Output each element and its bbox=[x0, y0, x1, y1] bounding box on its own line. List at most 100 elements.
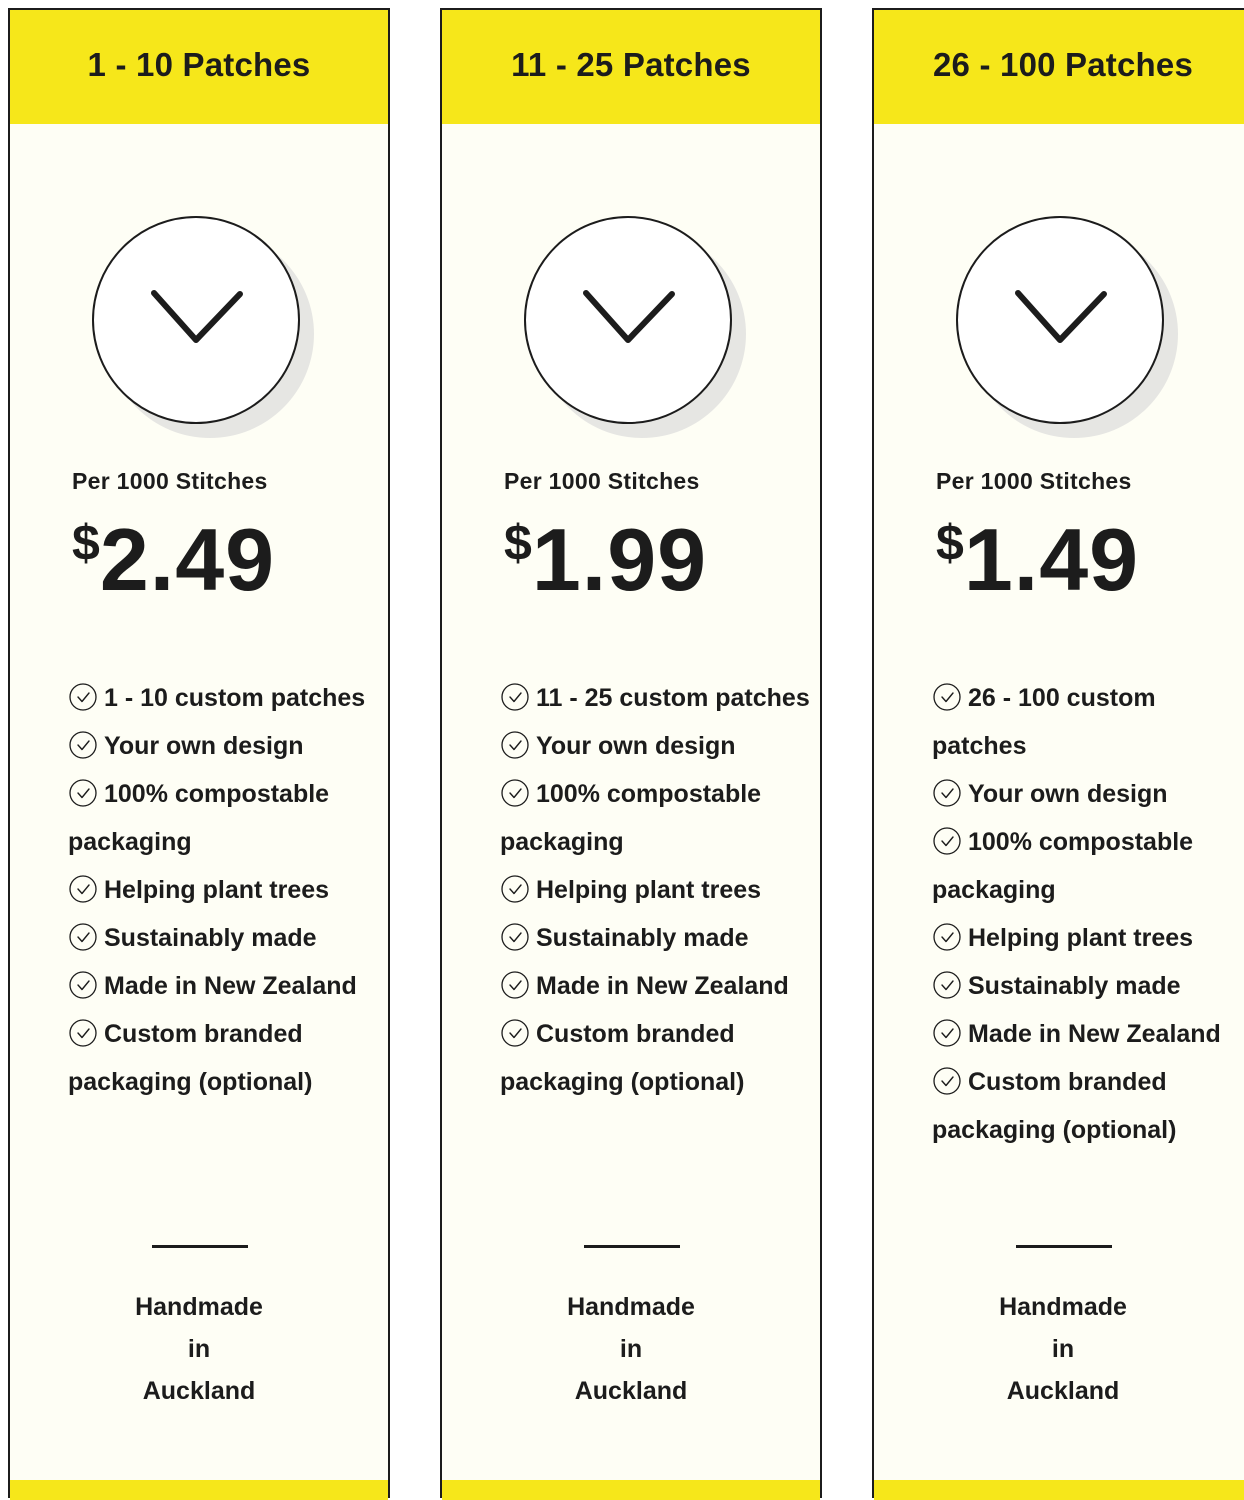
card-header: 11 - 25 Patches bbox=[442, 10, 820, 124]
check-circle-icon bbox=[69, 923, 97, 951]
divider bbox=[1016, 1245, 1112, 1248]
check-circle-icon bbox=[933, 1019, 961, 1047]
footer-line: in bbox=[1051, 1335, 1075, 1363]
checkmark-icon bbox=[956, 216, 1164, 424]
feature-item: Helping plant trees bbox=[500, 866, 810, 914]
pricing-card-11-25: 11 - 25 Patches Per 1000 Stitches $ 1.99… bbox=[440, 8, 822, 1500]
card-title: 1 - 10 Patches bbox=[87, 46, 311, 83]
feature-item: 1 - 10 custom patches bbox=[68, 674, 378, 722]
footer-line: in bbox=[187, 1335, 211, 1363]
feature-item: 100% compostable packaging bbox=[68, 770, 378, 866]
card-title: 11 - 25 Patches bbox=[511, 46, 751, 83]
feature-label: Helping plant trees bbox=[536, 876, 762, 904]
price: $ 1.99 bbox=[504, 510, 707, 610]
check-circle-icon bbox=[501, 923, 529, 951]
feature-item: 100% compostable packaging bbox=[500, 770, 810, 866]
feature-list: 11 - 25 custom patches Your own design 1… bbox=[500, 674, 810, 1106]
price-caption: Per 1000 Stitches bbox=[936, 468, 1132, 494]
feature-label: Sustainably made bbox=[968, 972, 1181, 1000]
feature-item: Your own design bbox=[500, 722, 810, 770]
divider bbox=[152, 1245, 248, 1248]
feature-item: Your own design bbox=[68, 722, 378, 770]
feature-label: 100% compostable packaging bbox=[932, 828, 1194, 904]
feature-label: Custom branded packaging (optional) bbox=[500, 1020, 745, 1096]
card-header: 26 - 100 Patches bbox=[874, 10, 1244, 124]
feature-item: 11 - 25 custom patches bbox=[500, 674, 810, 722]
feature-label: 1 - 10 custom patches bbox=[104, 684, 366, 712]
price-amount: 1.49 bbox=[963, 510, 1140, 609]
price: $ 2.49 bbox=[72, 510, 275, 610]
card-bottom-bar bbox=[10, 1480, 388, 1500]
card-title: 26 - 100 Patches bbox=[932, 46, 1194, 83]
feature-label: Your own design bbox=[104, 732, 304, 760]
feature-item: Sustainably made bbox=[500, 914, 810, 962]
card-header: 1 - 10 Patches bbox=[10, 10, 388, 124]
price-amount: 1.99 bbox=[531, 510, 708, 609]
check-circle-icon bbox=[69, 971, 97, 999]
feature-list: 26 - 100 custom patches Your own design … bbox=[932, 674, 1242, 1154]
check-circle-icon bbox=[501, 971, 529, 999]
feature-item: 100% compostable packaging bbox=[932, 818, 1242, 914]
feature-item: Made in New Zealand bbox=[932, 1010, 1242, 1058]
feature-item: Your own design bbox=[932, 770, 1242, 818]
footer-note: Handmade in Auckland bbox=[10, 1286, 388, 1412]
footer-line: Handmade bbox=[135, 1293, 263, 1321]
footer-line: Handmade bbox=[567, 1293, 695, 1321]
feature-item: Helping plant trees bbox=[932, 914, 1242, 962]
check-circle-icon bbox=[501, 683, 529, 711]
feature-label: 11 - 25 custom patches bbox=[536, 684, 810, 712]
pricing-card-26-100: 26 - 100 Patches Per 1000 Stitches $ 1.4… bbox=[872, 8, 1244, 1500]
check-circle-icon bbox=[933, 971, 961, 999]
feature-label: 100% compostable packaging bbox=[68, 780, 330, 856]
feature-label: Helping plant trees bbox=[104, 876, 330, 904]
footer-note: Handmade in Auckland bbox=[874, 1286, 1244, 1412]
feature-label: 100% compostable packaging bbox=[500, 780, 762, 856]
checkmark-icon bbox=[524, 216, 732, 424]
card-bottom-bar bbox=[442, 1480, 820, 1500]
price-caption: Per 1000 Stitches bbox=[72, 468, 268, 494]
pricing-card-1-10: 1 - 10 Patches Per 1000 Stitches $ 2.49 … bbox=[8, 8, 390, 1500]
footer-line: Auckland bbox=[574, 1377, 688, 1405]
feature-label: Made in New Zealand bbox=[968, 1020, 1221, 1048]
check-circle-icon bbox=[69, 683, 97, 711]
feature-item: Custom branded packaging (optional) bbox=[932, 1058, 1242, 1154]
price: $ 1.49 bbox=[936, 510, 1139, 610]
footer-line: Handmade bbox=[999, 1293, 1127, 1321]
footer-line: Auckland bbox=[142, 1377, 256, 1405]
feature-item: Helping plant trees bbox=[68, 866, 378, 914]
price-amount: 2.49 bbox=[99, 510, 276, 609]
feature-label: Custom branded packaging (optional) bbox=[68, 1020, 313, 1096]
price-caption: Per 1000 Stitches bbox=[504, 468, 700, 494]
feature-label: Made in New Zealand bbox=[104, 972, 357, 1000]
check-circle-icon bbox=[69, 1019, 97, 1047]
feature-list: 1 - 10 custom patches Your own design 10… bbox=[68, 674, 378, 1106]
feature-item: Sustainably made bbox=[932, 962, 1242, 1010]
price-currency: $ bbox=[72, 515, 100, 571]
price-currency: $ bbox=[504, 515, 532, 571]
checkmark-icon bbox=[92, 216, 300, 424]
check-circle-icon bbox=[501, 875, 529, 903]
check-circle-icon bbox=[933, 683, 961, 711]
feature-item: Custom branded packaging (optional) bbox=[500, 1010, 810, 1106]
feature-item: Sustainably made bbox=[68, 914, 378, 962]
feature-label: Sustainably made bbox=[536, 924, 749, 952]
feature-item: Made in New Zealand bbox=[500, 962, 810, 1010]
feature-label: Made in New Zealand bbox=[536, 972, 789, 1000]
feature-label: Your own design bbox=[536, 732, 736, 760]
feature-item: Custom branded packaging (optional) bbox=[68, 1010, 378, 1106]
feature-label: Sustainably made bbox=[104, 924, 317, 952]
footer-line: Auckland bbox=[1006, 1377, 1120, 1405]
card-bottom-bar bbox=[874, 1480, 1244, 1500]
check-circle-icon bbox=[69, 731, 97, 759]
check-circle-icon bbox=[69, 779, 97, 807]
check-circle-icon bbox=[69, 875, 97, 903]
feature-item: Made in New Zealand bbox=[68, 962, 378, 1010]
feature-label: Custom branded packaging (optional) bbox=[932, 1068, 1177, 1144]
feature-label: Your own design bbox=[968, 780, 1168, 808]
check-circle-icon bbox=[933, 923, 961, 951]
footer-line: in bbox=[619, 1335, 643, 1363]
feature-label: 26 - 100 custom patches bbox=[932, 684, 1156, 760]
footer-note: Handmade in Auckland bbox=[442, 1286, 820, 1412]
price-currency: $ bbox=[936, 515, 964, 571]
feature-item: 26 - 100 custom patches bbox=[932, 674, 1242, 770]
